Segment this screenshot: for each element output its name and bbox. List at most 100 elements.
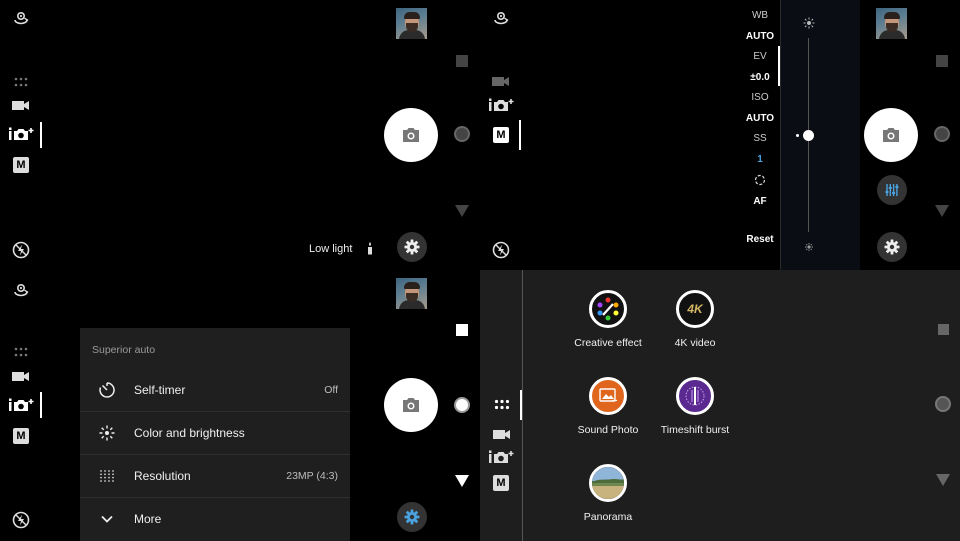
- app-4k-video[interactable]: 4K 4K video: [645, 290, 745, 349]
- menu-label: More: [134, 512, 162, 526]
- app-timeshift-burst[interactable]: Timeshift burst: [645, 377, 745, 436]
- menu-row-self-timer[interactable]: Self-timer Off: [80, 369, 350, 412]
- app-label: Timeshift burst: [660, 424, 730, 436]
- video-record-button[interactable]: [936, 55, 948, 67]
- mode-switch-arrow[interactable]: [935, 205, 949, 217]
- wb-label[interactable]: WB: [735, 10, 785, 21]
- timer-icon: [96, 379, 118, 401]
- viewfinder-superior-auto: M Low light: [0, 0, 480, 270]
- camera-apps-grid: M Creative effect 4K 4K video Sound Phot…: [480, 270, 960, 541]
- video-record-button[interactable]: [456, 55, 468, 67]
- mode-indicator: [519, 120, 521, 150]
- app-label: 4K video: [674, 337, 716, 349]
- mode-switch-arrow[interactable]: [936, 474, 950, 486]
- focus-icon[interactable]: [735, 174, 785, 188]
- manual-adjust-button[interactable]: [877, 175, 907, 205]
- rotate-camera-icon[interactable]: [11, 282, 31, 300]
- app-label: Sound Photo: [577, 424, 639, 436]
- menu-value: Off: [324, 384, 338, 396]
- wb-value[interactable]: AUTO: [735, 31, 785, 42]
- manual-icon[interactable]: M: [493, 475, 509, 491]
- mode-indicator: [520, 390, 522, 420]
- manual-icon[interactable]: M: [13, 157, 29, 173]
- resolution-icon: [96, 465, 118, 487]
- ev-zero-marker: [796, 134, 799, 137]
- video-icon[interactable]: [11, 99, 31, 111]
- flash-icon[interactable]: [491, 240, 511, 260]
- video-icon[interactable]: [492, 428, 512, 440]
- brightness-low-icon: [802, 240, 816, 254]
- manual-icon[interactable]: M: [493, 127, 509, 143]
- photo-mode-button[interactable]: [935, 396, 951, 412]
- manual-adjust-panel: [780, 0, 860, 270]
- manual-icon-label: M: [496, 477, 506, 489]
- settings-button[interactable]: [397, 502, 427, 532]
- app-panorama[interactable]: Panorama: [558, 464, 658, 523]
- manual-icon-label: M: [496, 129, 506, 141]
- video-icon[interactable]: [11, 370, 31, 382]
- camera-icon: [883, 128, 899, 142]
- rotate-camera-icon[interactable]: [11, 10, 31, 28]
- app-creative-effect[interactable]: Creative effect: [558, 290, 658, 349]
- ss-value[interactable]: 1: [735, 154, 785, 165]
- superior-auto-icon[interactable]: [9, 126, 35, 142]
- 4k-badge: 4K: [687, 302, 703, 316]
- video-record-button[interactable]: [938, 324, 949, 335]
- sound-photo-icon: [589, 377, 627, 415]
- superior-auto-icon[interactable]: [489, 449, 515, 465]
- chevron-down-icon: [96, 508, 118, 530]
- viewfinder-settings-menu: M Superior auto Self-timer Off Color and…: [0, 270, 480, 541]
- ev-selected-indicator: [778, 46, 780, 86]
- shutter-button[interactable]: [384, 378, 438, 432]
- gear-icon: [404, 509, 420, 525]
- menu-row-resolution[interactable]: Resolution 23MP (4:3): [80, 455, 350, 498]
- menu-label: Self-timer: [134, 383, 186, 397]
- brightness-icon: [96, 422, 118, 444]
- mode-switch-arrow[interactable]: [455, 475, 469, 487]
- camera-icon: [403, 398, 419, 412]
- timeshift-burst-icon: [676, 377, 714, 415]
- scene-label: Low light: [309, 243, 353, 255]
- shutter-button[interactable]: [384, 108, 438, 162]
- iso-label[interactable]: ISO: [735, 92, 785, 103]
- camera-icon: [403, 128, 419, 142]
- apps-grid-icon[interactable]: [493, 398, 511, 410]
- mode-switch-arrow[interactable]: [455, 205, 469, 217]
- photo-mode-button[interactable]: [454, 126, 470, 142]
- last-photo-thumbnail[interactable]: [396, 278, 427, 309]
- manual-icon-label: M: [16, 430, 26, 442]
- apps-grid-icon[interactable]: [13, 346, 29, 358]
- app-sound-photo[interactable]: Sound Photo: [558, 377, 658, 436]
- menu-row-color-brightness[interactable]: Color and brightness: [80, 412, 350, 455]
- menu-label: Color and brightness: [134, 426, 245, 440]
- shutter-button[interactable]: [864, 108, 918, 162]
- reset-button[interactable]: Reset: [735, 234, 785, 245]
- settings-button[interactable]: [397, 232, 427, 262]
- viewfinder-manual: M WB AUTO EV ±0.0 ISO AUTO SS 1 AF Reset: [480, 0, 960, 270]
- creative-effect-icon: [589, 290, 627, 328]
- settings-button[interactable]: [877, 232, 907, 262]
- menu-row-more[interactable]: More: [80, 498, 350, 541]
- rail-divider: [522, 270, 523, 541]
- superior-auto-icon[interactable]: [489, 97, 515, 113]
- manual-icon[interactable]: M: [13, 428, 29, 444]
- menu-title: Superior auto: [92, 344, 156, 356]
- rotate-camera-icon[interactable]: [491, 10, 511, 28]
- photo-mode-button[interactable]: [934, 126, 950, 142]
- apps-grid-icon[interactable]: [13, 76, 29, 88]
- photo-mode-button[interactable]: [454, 397, 470, 413]
- af-value[interactable]: AF: [735, 196, 785, 207]
- ss-label[interactable]: SS: [735, 133, 785, 144]
- menu-label: Resolution: [134, 469, 191, 483]
- video-record-button[interactable]: [456, 324, 468, 336]
- brightness-high-icon: [802, 16, 816, 30]
- flash-icon[interactable]: [11, 510, 31, 530]
- superior-auto-icon[interactable]: [9, 397, 35, 413]
- ev-slider-knob[interactable]: [803, 129, 814, 141]
- manual-settings-list: WB AUTO EV ±0.0 ISO AUTO SS 1 AF Reset: [735, 0, 785, 270]
- iso-value[interactable]: AUTO: [735, 113, 785, 124]
- last-photo-thumbnail[interactable]: [876, 8, 907, 39]
- video-icon[interactable]: [491, 75, 511, 87]
- last-photo-thumbnail[interactable]: [396, 8, 427, 39]
- flash-icon[interactable]: [11, 240, 31, 260]
